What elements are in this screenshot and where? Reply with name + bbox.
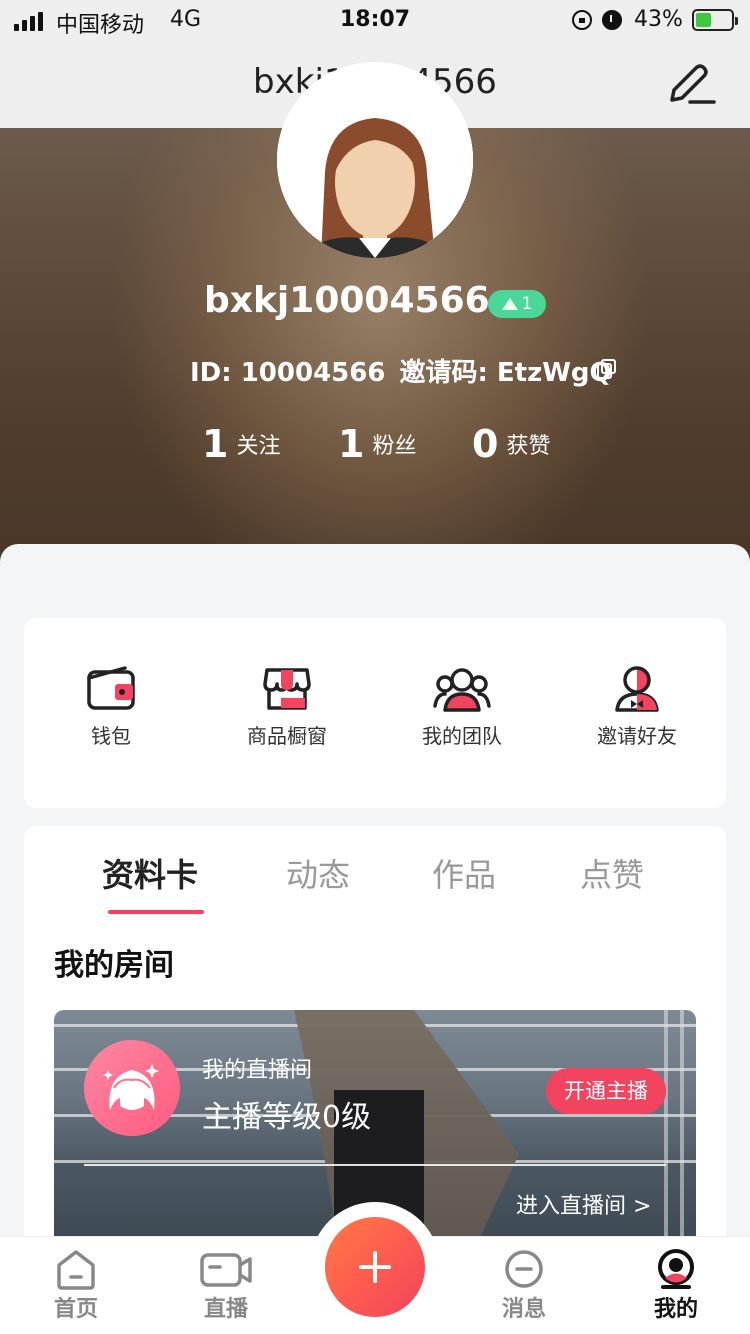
section-title-my-room: 我的房间 [54, 948, 174, 983]
plus-icon [359, 1251, 391, 1283]
stat-followers-label: 粉丝 [372, 434, 417, 459]
tool-my-team[interactable]: 我的团队 [392, 664, 532, 749]
tab-profile-card[interactable]: 资料卡 [102, 850, 198, 896]
stat-likes-label: 获赞 [506, 434, 551, 459]
tabbar-live[interactable]: 直播 [176, 1247, 276, 1323]
profile-tabs-card: 资料卡 动态 作品 点赞 我的房间 我的直播间 主播等级0级 开通主播 进入直播… [24, 826, 726, 1246]
invite-friend-icon [615, 666, 659, 712]
alarm-icon [602, 10, 622, 30]
profile-username: bxkj10004566 [204, 280, 490, 321]
tabbar-messages-label: 消息 [501, 1297, 546, 1322]
stat-likes[interactable]: 0 获赞 [472, 422, 550, 466]
tab-likes[interactable]: 点赞 [580, 850, 644, 896]
stat-following-label: 关注 [236, 434, 281, 459]
video-camera-icon [200, 1253, 252, 1287]
team-icon [433, 668, 491, 712]
tool-wallet[interactable]: 钱包 [41, 664, 181, 749]
girl-face-icon [103, 1064, 159, 1110]
battery-icon [692, 9, 738, 31]
room-divider [84, 1164, 666, 1166]
tools-panel: 钱包 商品橱窗 我的团队 邀请好友 [24, 618, 726, 808]
level-badge: 1 [488, 290, 546, 318]
tool-invite-friends[interactable]: 邀请好友 [567, 664, 707, 749]
tool-invite-friends-label: 邀请好友 [597, 724, 677, 748]
tab-works[interactable]: 作品 [432, 850, 496, 896]
stat-followers[interactable]: 1 粉丝 [338, 422, 416, 466]
rotation-lock-icon [572, 10, 592, 30]
publish-button[interactable] [325, 1217, 425, 1317]
open-anchor-button[interactable]: 开通主播 [546, 1068, 666, 1114]
avatar-illustration-icon [277, 62, 473, 258]
room-avatar-icon [84, 1040, 180, 1136]
level-triangle-icon [501, 298, 518, 310]
stat-followers-value: 1 [338, 422, 365, 466]
active-tab-indicator [108, 910, 204, 914]
room-subtitle: 我的直播间 [202, 1058, 313, 1083]
tabbar-me-label: 我的 [653, 1297, 698, 1322]
enter-live-room-link[interactable]: 进入直播间 > [516, 1188, 651, 1220]
shop-window-icon [263, 668, 311, 710]
tab-activity[interactable]: 动态 [286, 850, 350, 896]
tabbar-home-label: 首页 [53, 1297, 98, 1322]
user-id: ID: 10004566 [190, 358, 386, 388]
tabbar-live-label: 直播 [203, 1297, 248, 1322]
invite-code: 邀请码: EtzWgQ [399, 358, 612, 388]
status-bar: 中国移动 4G 18:07 43% [0, 0, 750, 44]
wallet-icon [87, 666, 135, 710]
edit-pencil-icon[interactable] [664, 60, 716, 108]
profile-icon [658, 1249, 694, 1289]
profile-avatar-front[interactable] [277, 62, 473, 258]
level-value: 1 [521, 294, 533, 314]
anchor-level: 主播等级0级 [202, 1100, 372, 1135]
tool-shop-window-label: 商品橱窗 [247, 724, 327, 748]
railing-post [664, 1010, 668, 1246]
battery-percentage: 43% [634, 7, 683, 32]
stat-likes-value: 0 [472, 422, 499, 466]
tabbar-home[interactable]: 首页 [26, 1247, 126, 1323]
railing-post [680, 1010, 684, 1246]
tool-shop-window[interactable]: 商品橱窗 [217, 664, 357, 749]
stat-following[interactable]: 1 关注 [202, 422, 280, 466]
tabbar-messages[interactable]: 消息 [474, 1247, 574, 1323]
tabbar-me[interactable]: 我的 [626, 1247, 726, 1323]
tool-wallet-label: 钱包 [91, 724, 131, 748]
message-icon [505, 1250, 543, 1288]
tool-my-team-label: 我的团队 [422, 724, 502, 748]
id-invite-line: ID: 10004566 邀请码: EtzWgQ [190, 352, 612, 389]
home-icon [57, 1250, 95, 1290]
copy-icon[interactable] [596, 358, 618, 380]
stat-following-value: 1 [202, 422, 229, 466]
